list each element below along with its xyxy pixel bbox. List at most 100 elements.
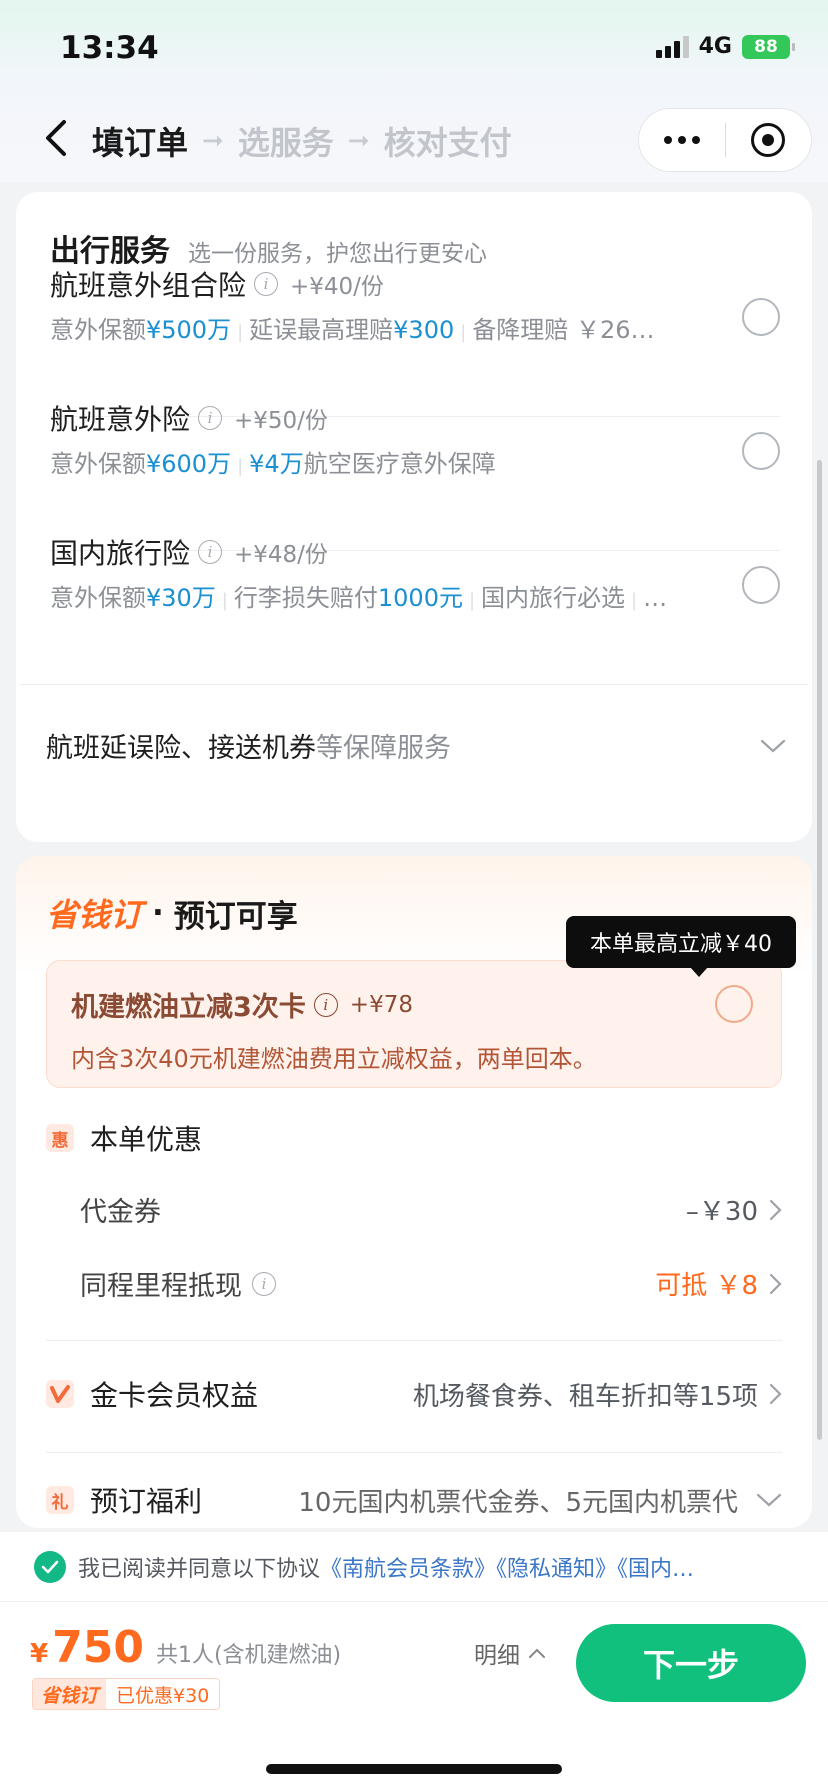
more-services-row[interactable]: 航班延误险、接送机券等保障服务: [46, 726, 786, 765]
chevron-up-icon: [529, 1648, 545, 1658]
gold-member-title: 金卡会员权益: [90, 1379, 259, 1412]
desc-separator: |: [221, 590, 228, 611]
max-discount-tooltip: 本单最高立减￥40: [566, 916, 796, 977]
desc-highlight: 1000元: [377, 584, 463, 612]
desc-text: 行李损失赔付: [233, 584, 378, 612]
battery-level: 88: [754, 36, 778, 57]
desc-text: 延误最高理赔: [249, 316, 394, 344]
status-icons: 4G 88: [655, 34, 795, 59]
order-discount-title: 本单优惠: [90, 1123, 203, 1156]
fuel-card-name: 机建燃油立减3次卡: [71, 992, 306, 1023]
desc-highlight: ¥300: [393, 316, 455, 344]
status-time: 13:34: [60, 30, 159, 66]
discount-brand: 省钱订: [33, 1679, 107, 1709]
agreement-text: 我已阅读并同意以下协议《南航会员条款》《隐私通知》《国内…: [78, 1551, 818, 1583]
desc-highlight: ¥30万: [146, 584, 216, 612]
info-icon[interactable]: i: [252, 1271, 276, 1296]
next-step-button[interactable]: 下一步: [576, 1624, 806, 1702]
service-item-desc: 意外保额¥600万 | ¥4万航空医疗意外保障: [50, 444, 710, 479]
gold-member-value: 机场餐食券、租车折扣等15项: [412, 1381, 758, 1412]
step-arrow-icon: ➞: [202, 126, 224, 156]
step-arrow-icon: ➞: [347, 126, 370, 156]
step-select-service: 选服务: [237, 124, 334, 162]
battery-icon: 88: [742, 34, 795, 59]
scrollbar[interactable]: [817, 460, 822, 1440]
travel-service-card: 出行服务 选一份服务，护您出行更安心 航班意外组合险 i +¥40/份 意外保额…: [16, 192, 812, 842]
service-item-name: 航班意外险: [50, 403, 191, 436]
service-item[interactable]: 航班意外险 i +¥50/份 意外保额¥600万 | ¥4万航空医疗意外保障: [50, 398, 780, 552]
back-arrow-icon[interactable]: [40, 118, 74, 158]
desc-separator: |: [468, 590, 476, 611]
desc-highlight: ¥4万: [249, 450, 304, 478]
agreement-link-domestic[interactable]: 《国内…: [617, 1557, 694, 1582]
agreement-link-privacy[interactable]: 《隐私通知》: [496, 1557, 617, 1582]
desc-text: 意外保额: [50, 316, 146, 344]
agreement-row: 我已阅读并同意以下协议《南航会员条款》《隐私通知》《国内…: [0, 1532, 828, 1602]
more-services-main: 航班延误险、接送机券: [46, 733, 316, 764]
desc-separator: |: [631, 590, 638, 611]
desc-text: …: [643, 584, 668, 612]
mileage-label: 同程里程抵现: [80, 1271, 242, 1302]
info-icon[interactable]: i: [254, 272, 279, 296]
info-icon[interactable]: i: [198, 406, 223, 430]
mileage-value: 可抵 ￥8: [655, 1271, 758, 1301]
desc-text: 国内旅行必选: [481, 584, 626, 612]
total-price: ¥ 750 共1人(含机建燃油): [30, 1622, 341, 1673]
price-currency: ¥: [30, 1639, 49, 1669]
mini-program-capsule: [638, 108, 812, 172]
desc-separator: |: [460, 322, 467, 343]
chevron-right-icon: [769, 1383, 782, 1405]
desc-text: 意外保额: [50, 584, 146, 612]
service-radio[interactable]: [742, 566, 780, 604]
close-target-icon[interactable]: [726, 123, 812, 157]
fuel-discount-card[interactable]: 机建燃油立减3次卡 i +¥78 内含3次40元机建燃油费用立减权益，两单回本。: [46, 960, 782, 1088]
price-detail-button[interactable]: 明细: [474, 1636, 546, 1670]
booking-benefit-title: 预订福利: [90, 1485, 203, 1518]
service-item[interactable]: 国内旅行险 i +¥48/份 意外保额¥30万 | 行李损失赔付1000元 | 国内旅行…: [50, 532, 780, 686]
chevron-right-icon: [769, 1273, 782, 1294]
divider: [46, 1452, 782, 1453]
agreement-label: 我已阅读并同意以下协议: [78, 1556, 321, 1582]
info-icon[interactable]: i: [198, 540, 223, 564]
service-item-name: 国内旅行险: [50, 537, 191, 570]
info-icon[interactable]: i: [313, 992, 338, 1017]
desc-highlight: ¥600万: [146, 450, 232, 478]
price-amount: 750: [52, 1622, 144, 1673]
desc-highlight: ¥500万: [146, 316, 232, 344]
savings-subtitle: 预订可享: [173, 898, 298, 935]
chevron-down-icon: [756, 1493, 782, 1507]
fuel-card-desc: 内含3次40元机建燃油费用立减权益，两单回本。: [71, 1045, 597, 1073]
agreement-checkbox[interactable]: [34, 1550, 66, 1583]
voucher-value: –￥30: [685, 1197, 758, 1227]
booking-benefit-row[interactable]: 礼 预订福利 10元国内机票代金券、5元国内机票代: [46, 1480, 782, 1520]
desc-separator: |: [237, 322, 244, 343]
price-detail-label: 明细: [474, 1643, 520, 1669]
service-subtitle: 选一份服务，护您出行更安心: [188, 241, 487, 267]
more-services-label: 航班延误险、接送机券等保障服务: [46, 726, 451, 765]
price-note: 共1人(含机建燃油): [155, 1643, 342, 1668]
network-label: 4G: [698, 34, 732, 59]
service-radio[interactable]: [742, 298, 780, 336]
chevron-down-icon[interactable]: [760, 738, 786, 754]
voucher-row[interactable]: 代金券 –￥30: [80, 1190, 782, 1229]
service-radio[interactable]: [742, 432, 780, 470]
gold-member-icon: [46, 1380, 74, 1408]
service-item[interactable]: 航班意外组合险 i +¥40/份 意外保额¥500万 | 延误最高理赔¥300 | 备降…: [50, 264, 780, 418]
agreement-link-csair[interactable]: 《南航会员条款》: [320, 1557, 496, 1582]
more-dots-icon[interactable]: [639, 136, 725, 144]
voucher-label: 代金券: [80, 1197, 161, 1228]
gold-member-row[interactable]: 金卡会员权益 机场餐食券、租车折扣等15项: [46, 1374, 782, 1414]
signal-icon: [655, 35, 689, 58]
chevron-right-icon: [769, 1199, 782, 1220]
mileage-row[interactable]: 同程里程抵现 i 可抵 ￥8: [80, 1264, 782, 1303]
desc-text: 意外保额: [50, 450, 146, 478]
service-item-price: +¥40/份: [290, 274, 384, 300]
fuel-card-radio[interactable]: [715, 985, 753, 1023]
service-item-price: +¥48/份: [234, 542, 328, 568]
check-icon: [41, 1560, 59, 1573]
savings-title: 省钱订 · 预订可享: [46, 890, 298, 936]
divider: [20, 684, 808, 685]
booking-benefit-value: 10元国内机票代金券、5元国内机票代: [298, 1487, 738, 1518]
discount-amount: 已优惠¥30: [116, 1684, 210, 1707]
order-discount-header: 惠 本单优惠: [46, 1118, 782, 1158]
